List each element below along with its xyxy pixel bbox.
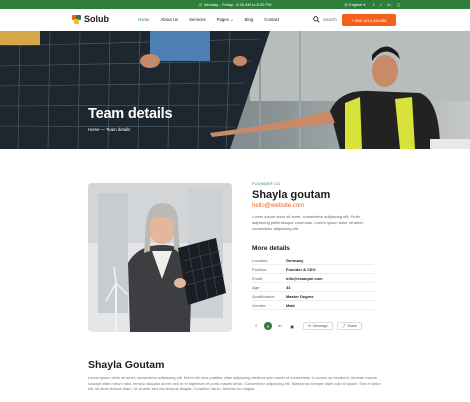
details-row: Qualification: Master Degree (252, 292, 374, 301)
detail-value: Master Degree (286, 293, 314, 299)
language-select[interactable]: ◎ English ▾ (344, 2, 365, 7)
detail-key: Location: (252, 257, 269, 263)
detail-key: Position: (252, 266, 268, 272)
profile-photo (88, 183, 232, 332)
share-icon: ⤴ (341, 323, 346, 328)
instagram-icon[interactable]: ▣ (288, 322, 296, 330)
search[interactable]: Search (313, 16, 337, 23)
logo-text: Solub (84, 14, 109, 24)
menu-item-blog[interactable]: Blog (245, 17, 254, 23)
hero-banner: Team details Home — Team details (0, 31, 470, 149)
search-label: Search (323, 17, 337, 22)
profile-social-actions: f ✕ in ▣ ✉ Message ⤴ Share (252, 322, 362, 330)
about-heading: Shayla Goutam (88, 359, 165, 371)
page-title: Team details (88, 106, 173, 122)
chevron-down-icon: ⌄ (230, 17, 234, 22)
navbar: Solub Home About Us Services Pages ⌄ Blo… (0, 9, 470, 31)
linkedin-icon[interactable]: in (388, 2, 391, 7)
logo-icon (72, 14, 81, 24)
menu-item-services[interactable]: Services (189, 17, 205, 23)
message-icon: ✉ (308, 324, 312, 328)
details-row: Position: Founder & CEO (252, 265, 374, 274)
chevron-down-icon: ▾ (363, 2, 366, 7)
linkedin-icon[interactable]: in (276, 322, 284, 330)
facebook-icon[interactable]: f (373, 2, 374, 7)
hero-image (0, 31, 470, 149)
details-row: Age: 34 (252, 283, 374, 292)
logo[interactable]: Solub (72, 14, 109, 24)
menu-item-about[interactable]: About Us (160, 17, 178, 23)
role-label: FOUNDER CO (252, 182, 281, 186)
topbar-right: ◎ English ▾ f t in ◻ (344, 0, 400, 9)
profile-bio: Lorem ipsum dolor sit amet, consectetur … (252, 214, 363, 231)
detail-key: Age: (252, 284, 261, 290)
working-hours: Monday - Friday : 8:30 AM to 8:30 PM (204, 2, 272, 7)
twitter-icon[interactable]: ✕ (264, 322, 272, 330)
twitter-icon[interactable]: t (380, 2, 381, 7)
phone-cta-button[interactable]: + 888 1234 444488 (342, 14, 396, 26)
globe-icon: ◎ (344, 2, 348, 7)
about-paragraph: Lorem ipsum dolor sit amet, consectetur … (88, 375, 381, 391)
top-bar: ◷ Monday - Friday : 8:30 AM to 8:30 PM ◎… (0, 0, 470, 9)
detail-value: info@example.com (286, 275, 323, 281)
clock-icon: ◷ (198, 2, 203, 7)
detail-value: Germany (286, 257, 304, 263)
profile-name: Shayla goutam (252, 189, 331, 201)
detail-value: Male (286, 302, 295, 308)
menu-item-contact[interactable]: Contact (264, 17, 279, 23)
menu-item-home[interactable]: Home (138, 17, 149, 23)
details-row: Gender: Male (252, 301, 374, 310)
detail-value: Founder & CEO (286, 266, 316, 272)
profile-email[interactable]: hello@website.com (252, 203, 304, 209)
menu-item-pages[interactable]: Pages ⌄ (217, 17, 234, 23)
detail-key: Gender: (252, 302, 267, 308)
detail-key: Qualification: (252, 293, 276, 299)
breadcrumb[interactable]: Home — Team details (88, 127, 130, 132)
details-row: Email: info@example.com (252, 274, 374, 283)
more-details-heading: More details (252, 245, 290, 252)
details-row: Location: Germany (252, 256, 374, 265)
social-links: f t in ◻ (373, 2, 400, 7)
main-menu: Home About Us Services Pages ⌄ Blog Cont… (138, 17, 279, 23)
share-button[interactable]: ⤴ Share (336, 322, 362, 330)
detail-value: 34 (286, 284, 291, 290)
message-button[interactable]: ✉ Message (303, 322, 333, 330)
instagram-icon[interactable]: ◻ (397, 2, 400, 7)
facebook-icon[interactable]: f (252, 322, 260, 330)
details-table: Location: Germany Position: Founder & CEO … (252, 256, 374, 310)
search-icon (313, 16, 320, 23)
detail-key: Email: (252, 275, 264, 281)
profile-image (88, 183, 232, 332)
